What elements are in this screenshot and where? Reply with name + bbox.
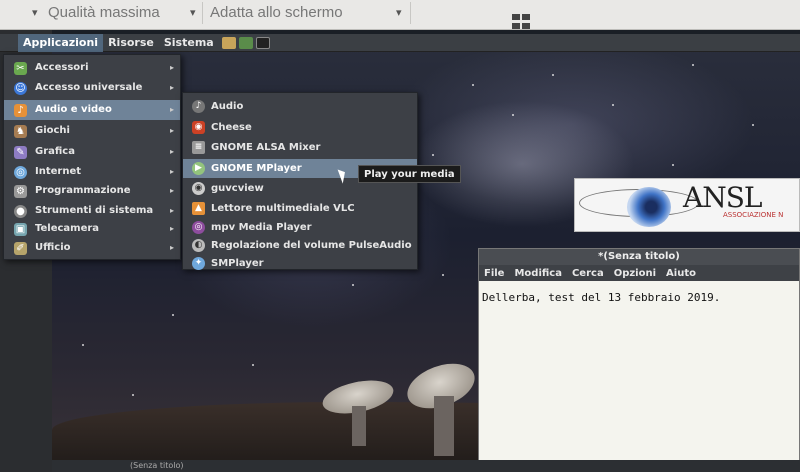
menu-item-accesso-universale[interactable]: ☺ Accesso universale ▸	[4, 78, 180, 98]
submenu-arrow-icon: ▸	[169, 206, 174, 215]
programming-icon: ⚙	[14, 185, 27, 198]
quality-select[interactable]: Qualità massima	[48, 0, 160, 26]
window-title[interactable]: *(Senza titolo)	[479, 249, 799, 265]
grid-view-icon[interactable]	[512, 14, 534, 30]
menu-item-label: Ufficio	[35, 242, 71, 253]
menu-item-label: Accessori	[35, 62, 89, 73]
logo-text: ANSL	[683, 181, 762, 214]
ansl-logo: ANSL ASSOCIAZIONE N	[574, 178, 800, 232]
system-menu[interactable]: Sistema	[159, 34, 219, 52]
submenu-arrow-icon: ▸	[169, 83, 174, 92]
submenu-item-label: Lettore multimediale VLC	[211, 203, 355, 214]
menu-item-internet[interactable]: ◎ Internet ▸	[4, 162, 180, 182]
menu-cerca[interactable]: Cerca	[572, 268, 604, 279]
menu-item-accessori[interactable]: ✂ Accessori ▸	[4, 58, 180, 78]
applications-menu[interactable]: Applicazioni	[18, 33, 104, 52]
image-viewer-toolbar: ▾ Qualità massima ▾ Adatta allo schermo …	[0, 0, 800, 30]
places-menu[interactable]: Risorse	[103, 34, 159, 52]
submenu-arrow-icon: ▸	[169, 147, 174, 156]
system-tools-icon: ●	[14, 205, 27, 218]
editor-menubar: File Modifica Cerca Opzioni Aiuto	[479, 265, 799, 281]
submenu-item-label: Regolazione del volume PulseAudio	[211, 240, 412, 251]
menu-item-label: Strumenti di sistema	[35, 205, 154, 216]
submenu-arrow-icon: ▸	[169, 243, 174, 252]
submenu-item-label: Cheese	[211, 122, 252, 133]
menu-item-programmazione[interactable]: ⚙ Programmazione ▸	[4, 181, 180, 201]
audio-icon: ♪	[192, 100, 205, 113]
menu-item-audio-e-video[interactable]: ♪ Audio e video ▸	[4, 100, 180, 120]
bottom-taskbar: (Senza titolo)	[52, 460, 800, 472]
menu-item-telecamera[interactable]: ▣ Telecamera ▸	[4, 219, 180, 239]
menu-file[interactable]: File	[484, 268, 504, 279]
text-editor-window: *(Senza titolo) File Modifica Cerca Opzi…	[478, 248, 800, 472]
dropdown-arrow-icon[interactable]: ▾	[32, 6, 38, 19]
submenu-arrow-icon: ▸	[169, 186, 174, 195]
menu-item-strumenti-di-sistema[interactable]: ● Strumenti di sistema ▸	[4, 201, 180, 221]
dropdown-arrow-icon[interactable]: ▾	[396, 6, 402, 19]
submenu-item-label: guvcview	[211, 183, 264, 194]
terminal-launcher-icon[interactable]	[255, 36, 270, 49]
menu-item-label: Telecamera	[35, 223, 100, 234]
zoom-fit-select[interactable]: Adatta allo schermo	[210, 0, 343, 26]
submenu-item-label: GNOME MPlayer	[211, 163, 302, 174]
submenu-item-mpv[interactable]: ◎ mpv Media Player	[183, 218, 417, 237]
menu-item-label: Audio e video	[35, 104, 112, 115]
menu-aiuto[interactable]: Aiuto	[666, 268, 696, 279]
mpv-icon: ◎	[192, 221, 205, 234]
menu-item-label: Giochi	[35, 125, 70, 136]
taskbar-window-button[interactable]: (Senza titolo)	[118, 461, 183, 471]
file-manager-launcher-icon[interactable]	[221, 36, 236, 49]
editor-text-area[interactable]: Dellerba, test del 13 febbraio 2019.	[482, 291, 720, 304]
submenu-arrow-icon: ▸	[169, 63, 174, 72]
submenu-arrow-icon: ▸	[169, 105, 174, 114]
dropdown-arrow-icon[interactable]: ▾	[190, 6, 196, 19]
accessibility-icon: ☺	[14, 82, 27, 95]
submenu-item-label: mpv Media Player	[211, 222, 312, 233]
submenu-item-smplayer[interactable]: ✦ SMPlayer	[183, 254, 417, 273]
menu-opzioni[interactable]: Opzioni	[614, 268, 656, 279]
camera-icon: ▣	[14, 223, 27, 236]
webcam-icon: ◉	[192, 182, 205, 195]
menu-item-label: Grafica	[35, 146, 75, 157]
menu-item-grafica[interactable]: ✎ Grafica ▸	[4, 142, 180, 162]
logo-subtitle: ASSOCIAZIONE N	[723, 211, 784, 219]
menu-item-giochi[interactable]: ♞ Giochi ▸	[4, 121, 180, 141]
menu-item-ufficio[interactable]: ✐ Ufficio ▸	[4, 238, 180, 258]
tooltip: Play your media	[358, 165, 461, 183]
submenu-item-label: GNOME ALSA Mixer	[211, 142, 321, 153]
submenu-item-label: SMPlayer	[211, 258, 264, 269]
submenu-item-cheese[interactable]: ◉ Cheese	[183, 118, 417, 137]
games-icon: ♞	[14, 125, 27, 138]
menu-item-label: Internet	[35, 166, 82, 177]
menu-item-label: Accesso universale	[35, 82, 143, 93]
graphics-icon: ✎	[14, 146, 27, 159]
submenu-item-gnome-alsa-mixer[interactable]: ≡ GNOME ALSA Mixer	[183, 138, 417, 157]
volume-icon: ◐	[192, 239, 205, 252]
office-icon: ✐	[14, 242, 27, 255]
internet-icon: ◎	[14, 166, 27, 179]
system-monitor-launcher-icon[interactable]	[238, 36, 253, 49]
cheese-icon: ◉	[192, 121, 205, 134]
top-panel: Applicazioni Risorse Sistema	[0, 33, 800, 52]
toolbar-separator	[410, 2, 411, 24]
submenu-arrow-icon: ▸	[169, 224, 174, 233]
mixer-icon: ≡	[192, 141, 205, 154]
accessories-icon: ✂	[14, 62, 27, 75]
menu-item-label: Programmazione	[35, 185, 131, 196]
submenu-item-audio[interactable]: ♪ Audio	[183, 97, 417, 116]
smplayer-icon: ✦	[192, 257, 205, 270]
submenu-item-label: Audio	[211, 101, 244, 112]
vlc-icon: ▲	[192, 202, 205, 215]
menu-modifica[interactable]: Modifica	[514, 268, 562, 279]
toolbar-separator	[202, 2, 203, 24]
submenu-item-vlc[interactable]: ▲ Lettore multimediale VLC	[183, 199, 417, 218]
mplayer-icon: ▶	[192, 162, 205, 175]
submenu-arrow-icon: ▸	[169, 126, 174, 135]
submenu-item-pulseaudio-volume[interactable]: ◐ Regolazione del volume PulseAudio	[183, 236, 417, 255]
globe-icon	[627, 187, 671, 227]
multimedia-icon: ♪	[14, 104, 27, 117]
applications-dropdown: ✂ Accessori ▸ ☺ Accesso universale ▸ ♪ A…	[3, 54, 181, 260]
submenu-arrow-icon: ▸	[169, 167, 174, 176]
